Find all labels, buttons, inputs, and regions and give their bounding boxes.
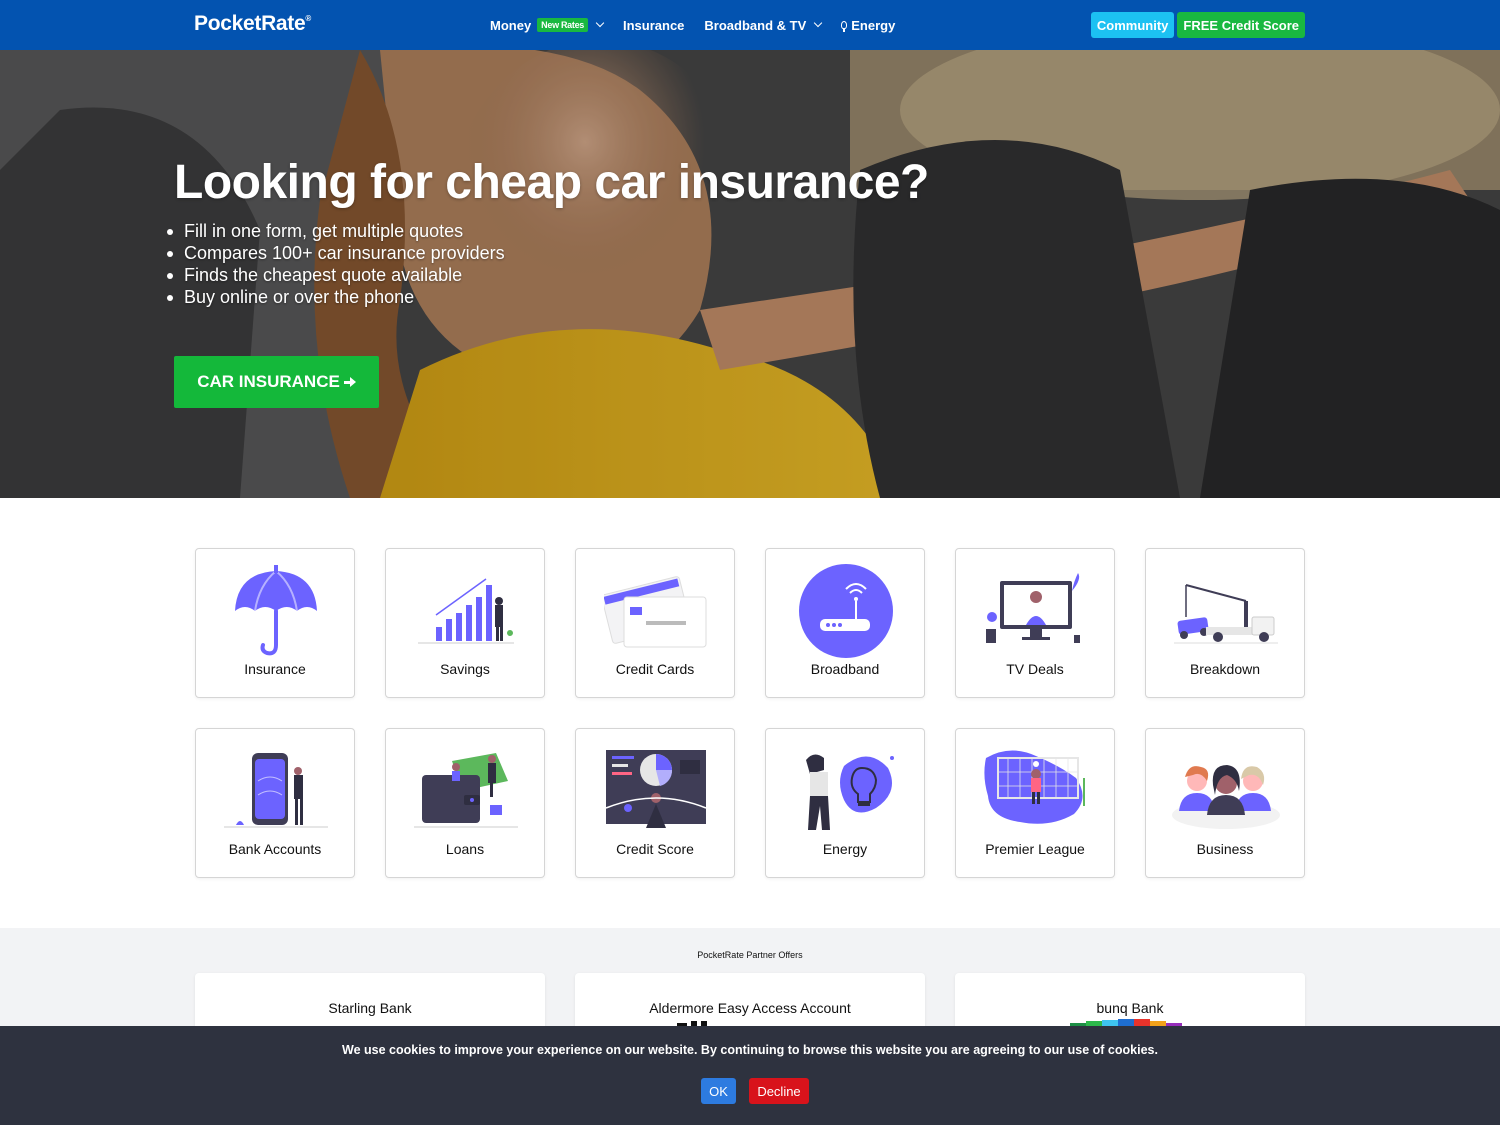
team-icon bbox=[1172, 765, 1280, 829]
category-card-tv-deals[interactable]: TV Deals bbox=[955, 548, 1115, 698]
wallet-icon bbox=[414, 753, 518, 828]
partner-name: Aldermore Easy Access Account bbox=[649, 1000, 851, 1016]
top-navbar: PocketRate® Money New Rates Insurance Br… bbox=[0, 0, 1500, 50]
bulb-icon bbox=[841, 21, 848, 32]
partner-offers-title: PocketRate Partner Offers bbox=[697, 950, 803, 960]
umbrella-icon bbox=[235, 565, 317, 656]
category-label: Savings bbox=[440, 661, 490, 677]
nav-item-broadband-tv-label: Broadband & TV bbox=[704, 17, 807, 33]
hero-bullets: Fill in one form, get multiple quotes Co… bbox=[167, 220, 505, 308]
new-rates-badge: New Rates bbox=[537, 18, 588, 32]
category-label: Bank Accounts bbox=[228, 841, 322, 857]
tow-truck-icon bbox=[1174, 584, 1278, 644]
category-card-savings[interactable]: Savings bbox=[385, 548, 545, 698]
cookie-consent-bar: We use cookies to improve your experienc… bbox=[0, 1026, 1500, 1125]
car-insurance-cta-button[interactable]: CAR INSURANCE bbox=[174, 356, 379, 408]
category-card-premier-league[interactable]: Premier League bbox=[955, 728, 1115, 878]
hero-bullet: Finds the cheapest quote available bbox=[167, 264, 505, 286]
lightbulb-icon bbox=[806, 754, 894, 830]
nav-item-insurance-label: Insurance bbox=[623, 17, 685, 33]
phone-bank-icon bbox=[224, 753, 328, 828]
nav-item-money[interactable]: Money New Rates bbox=[490, 17, 605, 33]
category-card-insurance[interactable]: Insurance bbox=[195, 548, 355, 698]
category-card-credit-cards[interactable]: Credit Cards bbox=[575, 548, 735, 698]
brand-logo[interactable]: PocketRate® bbox=[194, 12, 311, 36]
growth-chart-icon bbox=[418, 578, 514, 644]
partner-name: Starling Bank bbox=[328, 1000, 412, 1016]
credit-cards-icon bbox=[604, 576, 707, 648]
category-label: Credit Score bbox=[616, 841, 694, 857]
nav-actions: Community FREE Credit Score bbox=[1090, 12, 1305, 38]
category-label: TV Deals bbox=[1006, 661, 1064, 677]
football-goal-icon bbox=[984, 750, 1085, 824]
community-button[interactable]: Community bbox=[1090, 12, 1175, 38]
category-label: Premier League bbox=[985, 841, 1085, 857]
brand-name: PocketRate bbox=[194, 12, 306, 35]
category-grid: Insurance Savings Credit Cards Broadband… bbox=[195, 548, 1305, 878]
category-card-broadband[interactable]: Broadband bbox=[765, 548, 925, 698]
nav-item-insurance[interactable]: Insurance bbox=[623, 18, 684, 33]
nav-item-money-label: Money bbox=[490, 17, 532, 33]
category-card-breakdown[interactable]: Breakdown bbox=[1145, 548, 1305, 698]
cookie-message: We use cookies to improve your experienc… bbox=[342, 1043, 1158, 1057]
chevron-down-icon bbox=[814, 18, 823, 28]
cta-label: CAR INSURANCE bbox=[197, 372, 340, 391]
main-nav: Money New Rates Insurance Broadband & TV… bbox=[490, 0, 895, 50]
cookie-ok-button[interactable]: OK bbox=[701, 1078, 736, 1104]
hero-bullet: Fill in one form, get multiple quotes bbox=[167, 220, 505, 242]
nav-item-broadband-tv[interactable]: Broadband & TV bbox=[704, 17, 823, 33]
brand-registered-mark: ® bbox=[305, 14, 311, 23]
hero-banner: Looking for cheap car insurance? Fill in… bbox=[0, 50, 1500, 498]
category-card-energy[interactable]: Energy bbox=[765, 728, 925, 878]
category-label: Breakdown bbox=[1189, 661, 1261, 677]
arrow-right-icon bbox=[343, 377, 356, 387]
category-card-business[interactable]: Business bbox=[1145, 728, 1305, 878]
category-label: Credit Cards bbox=[615, 661, 695, 677]
chevron-down-icon bbox=[595, 18, 605, 28]
router-icon bbox=[799, 564, 893, 658]
category-label: Loans bbox=[445, 841, 485, 857]
hero-bullet: Compares 100+ car insurance providers bbox=[167, 243, 505, 263]
dashboard-icon bbox=[605, 750, 707, 828]
category-label: Insurance bbox=[244, 661, 306, 677]
cookie-decline-button[interactable]: Decline bbox=[749, 1078, 809, 1104]
nav-item-energy-label: Energy bbox=[851, 17, 896, 33]
category-card-bank-accounts[interactable]: Bank Accounts bbox=[195, 728, 355, 878]
nav-item-energy[interactable]: Energy bbox=[841, 18, 895, 33]
category-card-credit-score[interactable]: Credit Score bbox=[575, 728, 735, 878]
monitor-icon bbox=[986, 573, 1080, 643]
category-label: Broadband bbox=[810, 661, 880, 677]
category-label: Business bbox=[1196, 841, 1254, 857]
category-card-loans[interactable]: Loans bbox=[385, 728, 545, 878]
hero-title: Looking for cheap car insurance? bbox=[174, 156, 929, 209]
free-credit-score-button[interactable]: FREE Credit Score bbox=[1177, 12, 1305, 38]
category-label: Energy bbox=[822, 841, 868, 857]
partner-name: bunq Bank bbox=[1096, 1000, 1164, 1016]
hero-bullet: Buy online or over the phone bbox=[167, 286, 505, 308]
